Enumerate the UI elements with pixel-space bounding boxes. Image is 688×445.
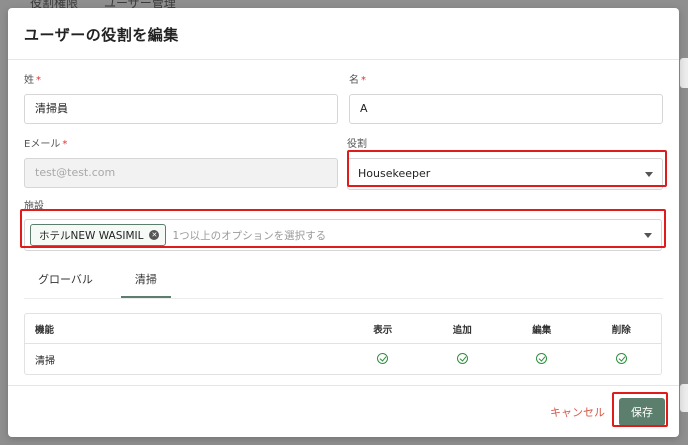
- header-edit: 編集: [532, 324, 552, 336]
- table-row: 清掃: [25, 344, 661, 374]
- edit-user-role-modal: ユーザーの役割を編集 姓 * 清掃員 名 * A Eメール * test@tes…: [8, 8, 679, 437]
- background-edge-control: [680, 384, 688, 412]
- save-button[interactable]: 保存: [619, 398, 665, 426]
- last-name-input[interactable]: 清掃員: [24, 94, 338, 124]
- chevron-down-icon: [645, 172, 653, 177]
- modal-header: ユーザーの役割を編集: [8, 8, 679, 60]
- name-row: 姓 * 清掃員 名 * A: [24, 74, 663, 124]
- row-feature: 清掃: [35, 355, 55, 367]
- modal-footer: キャンセル 保存: [8, 385, 679, 437]
- edit-cell: [502, 353, 581, 365]
- last-name-field: 姓 * 清掃員: [24, 74, 338, 124]
- header-delete: 削除: [611, 324, 631, 336]
- first-name-input[interactable]: A: [349, 94, 663, 124]
- tab-housekeeping[interactable]: 清掃: [120, 265, 171, 298]
- modal-title: ユーザーの役割を編集: [24, 26, 179, 44]
- check-circle-icon[interactable]: [456, 353, 468, 365]
- field-label: 姓 *: [24, 74, 338, 88]
- modal-body: 姓 * 清掃員 名 * A Eメール * test@test.com 役割 Ho…: [8, 60, 679, 375]
- header-add: 追加: [452, 324, 472, 336]
- facility-chip-label: ホテルNEW WASIMIL: [39, 229, 144, 242]
- role-label: 役割: [347, 139, 367, 150]
- required-mark: *: [36, 75, 41, 86]
- facility-multiselect[interactable]: ホテルNEW WASIMIL ✕ 1つ以上のオプションを選択する: [24, 219, 662, 251]
- permissions-table: 機能 表示 追加 編集 削除 清掃: [24, 313, 662, 375]
- header-view: 表示: [373, 324, 393, 336]
- view-cell: [343, 353, 422, 365]
- first-name-field: 名 * A: [349, 74, 663, 124]
- table-header-row: 機能 表示 追加 編集 削除: [25, 314, 661, 344]
- chevron-down-icon: [644, 233, 652, 238]
- required-mark: *: [361, 75, 366, 86]
- check-circle-icon[interactable]: [536, 353, 548, 365]
- check-circle-icon[interactable]: [377, 353, 389, 365]
- header-feature: 機能: [35, 324, 55, 336]
- required-mark: *: [62, 139, 68, 150]
- facility-field: 施設 ホテルNEW WASIMIL ✕ 1つ以上のオプションを選択する: [24, 200, 663, 251]
- permission-tabs: グローバル 清掃: [24, 265, 663, 299]
- add-cell: [423, 353, 502, 365]
- field-label: 名 *: [349, 74, 663, 88]
- delete-cell: [581, 353, 660, 365]
- role-select[interactable]: Housekeeper: [347, 158, 663, 190]
- last-name-label: 姓: [24, 75, 34, 86]
- email-label: Eメール: [24, 139, 61, 150]
- cancel-button[interactable]: キャンセル: [550, 404, 605, 420]
- role-field: 役割 Housekeeper: [347, 138, 663, 190]
- background-edge-control: [680, 58, 688, 88]
- facility-placeholder: 1つ以上のオプションを選択する: [172, 229, 327, 242]
- facility-label: 施設: [24, 201, 44, 212]
- check-circle-icon[interactable]: [615, 353, 627, 365]
- role-selected-value: Housekeeper: [358, 167, 431, 180]
- first-name-label: 名: [349, 75, 359, 86]
- field-label: Eメール *: [24, 138, 338, 152]
- email-role-row: Eメール * test@test.com 役割 Housekeeper: [24, 138, 663, 190]
- email-field: Eメール * test@test.com: [24, 138, 338, 190]
- facility-chip: ホテルNEW WASIMIL ✕: [30, 224, 167, 246]
- email-input: test@test.com: [24, 158, 338, 188]
- tab-global[interactable]: グローバル: [24, 265, 107, 298]
- close-icon[interactable]: ✕: [149, 230, 160, 240]
